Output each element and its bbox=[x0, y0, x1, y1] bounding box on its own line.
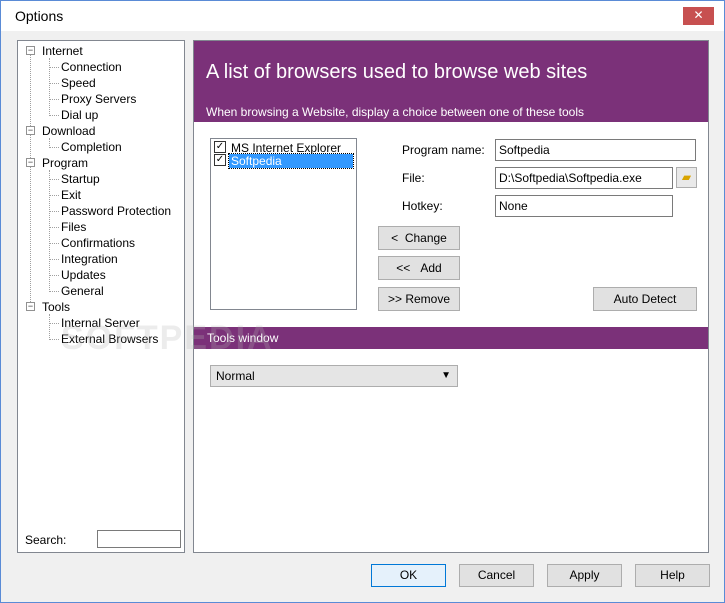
tree-item[interactable]: Integration bbox=[61, 251, 118, 267]
tree-connector bbox=[49, 179, 59, 180]
chevron-down-icon: ▼ bbox=[441, 370, 451, 381]
title-bar[interactable]: Options ✕ bbox=[1, 1, 724, 31]
add-button[interactable]: << Add bbox=[378, 256, 460, 280]
tree-item[interactable]: Exit bbox=[61, 187, 81, 203]
add-button-label: Add bbox=[420, 261, 442, 275]
tree-connector bbox=[49, 227, 59, 228]
settings-panel: A list of browsers used to browse web si… bbox=[193, 40, 709, 553]
tree-connector bbox=[49, 138, 50, 146]
cancel-button-label: Cancel bbox=[477, 568, 516, 582]
tree-connector bbox=[49, 339, 59, 340]
hotkey-field[interactable]: None bbox=[495, 195, 673, 217]
tree-connector bbox=[49, 83, 59, 84]
remove-arrow-icon: >> bbox=[387, 292, 402, 306]
collapse-icon[interactable]: − bbox=[26, 46, 35, 55]
tree-item[interactable]: Completion bbox=[61, 139, 122, 155]
tree-connector bbox=[49, 211, 59, 212]
options-tree: Search: − Internet Connection Speed Proxy Se… bbox=[17, 40, 185, 553]
tree-connector bbox=[49, 147, 59, 148]
ok-button-label: OK bbox=[399, 568, 418, 582]
search-input[interactable] bbox=[97, 530, 181, 548]
tree-item[interactable]: Dial up bbox=[61, 107, 98, 123]
tree-item[interactable]: Program bbox=[42, 155, 88, 171]
tree-connector bbox=[49, 275, 59, 276]
tree-item[interactable]: Startup bbox=[61, 171, 100, 187]
tree-item[interactable]: Tools bbox=[42, 299, 70, 315]
tree-item[interactable]: Password Protection bbox=[61, 203, 171, 219]
collapse-icon[interactable]: − bbox=[26, 302, 35, 311]
tree-connector bbox=[49, 323, 59, 324]
browser-label: MS Internet Explorer bbox=[231, 141, 342, 155]
tools-window-select[interactable]: Normal ▼ bbox=[210, 365, 458, 387]
tree-connector bbox=[49, 115, 59, 116]
apply-button-label: Apply bbox=[569, 568, 600, 582]
tree-connector bbox=[49, 259, 59, 260]
tree-item[interactable]: Connection bbox=[61, 59, 122, 75]
tree-item[interactable]: Internet bbox=[42, 43, 83, 59]
program-name-label: Program name: bbox=[402, 143, 485, 157]
search-label: Search: bbox=[25, 533, 67, 547]
window-title: Options bbox=[15, 8, 64, 24]
help-button[interactable]: Help bbox=[635, 564, 710, 587]
program-name-field[interactable]: Softpedia bbox=[495, 139, 696, 161]
hotkey-label: Hotkey: bbox=[402, 199, 443, 213]
options-window: Options ✕ Search: − Internet Connection Spe… bbox=[0, 0, 725, 603]
change-button-label: Change bbox=[404, 231, 447, 245]
tree-connector bbox=[49, 195, 59, 196]
watermark: SOFTPEDIA bbox=[61, 319, 274, 357]
remove-button-label: Remove bbox=[405, 292, 451, 306]
tools-window-value: Normal bbox=[216, 369, 255, 383]
page-header: A list of browsers used to browse web si… bbox=[194, 41, 708, 122]
close-button[interactable]: ✕ bbox=[683, 7, 714, 25]
browser-checkbox[interactable]: ✓ bbox=[214, 141, 226, 153]
browse-button[interactable]: ▰ bbox=[676, 167, 697, 188]
tree-connector bbox=[49, 99, 59, 100]
collapse-icon[interactable]: − bbox=[26, 158, 35, 167]
add-arrow-icon: << bbox=[396, 261, 411, 275]
list-item[interactable]: ✓ Softpedia bbox=[213, 153, 355, 169]
browser-checkbox[interactable]: ✓ bbox=[214, 154, 226, 166]
tree-item[interactable]: Proxy Servers bbox=[61, 91, 136, 107]
change-arrow-icon: < bbox=[391, 231, 399, 245]
apply-button[interactable]: Apply bbox=[547, 564, 622, 587]
tree-connector bbox=[30, 54, 31, 310]
ok-button[interactable]: OK bbox=[371, 564, 446, 587]
tree-item[interactable]: Updates bbox=[61, 267, 106, 283]
tree-connector bbox=[49, 291, 59, 292]
tree-connector bbox=[49, 314, 50, 338]
change-button[interactable]: < Change bbox=[378, 226, 460, 250]
tree-connector bbox=[49, 67, 59, 68]
tree-connector bbox=[49, 243, 59, 244]
tree-item[interactable]: Speed bbox=[61, 75, 96, 91]
tree-item[interactable]: Files bbox=[61, 219, 86, 235]
folder-icon: ▰ bbox=[681, 170, 692, 184]
collapse-icon[interactable]: − bbox=[26, 126, 35, 135]
remove-button[interactable]: >> Remove bbox=[378, 287, 460, 311]
page-title: A list of browsers used to browse web si… bbox=[206, 61, 588, 83]
tree-item[interactable]: Download bbox=[42, 123, 95, 139]
cancel-button[interactable]: Cancel bbox=[459, 564, 534, 587]
tree-item[interactable]: Confirmations bbox=[61, 235, 135, 251]
tree-item[interactable]: General bbox=[61, 283, 104, 299]
close-icon: ✕ bbox=[693, 8, 704, 22]
help-button-label: Help bbox=[660, 568, 685, 582]
file-label: File: bbox=[402, 171, 425, 185]
auto-detect-label: Auto Detect bbox=[613, 292, 677, 306]
browser-label: Softpedia bbox=[228, 153, 354, 169]
file-field[interactable]: D:\Softpedia\Softpedia.exe bbox=[495, 167, 673, 189]
auto-detect-button[interactable]: Auto Detect bbox=[593, 287, 697, 311]
browser-list[interactable]: ✓ MS Internet Explorer ✓ Softpedia bbox=[210, 138, 357, 310]
list-item[interactable]: ✓ MS Internet Explorer bbox=[213, 141, 355, 155]
tree-connector bbox=[49, 170, 50, 290]
page-subtitle: When browsing a Website, display a choic… bbox=[206, 105, 584, 119]
